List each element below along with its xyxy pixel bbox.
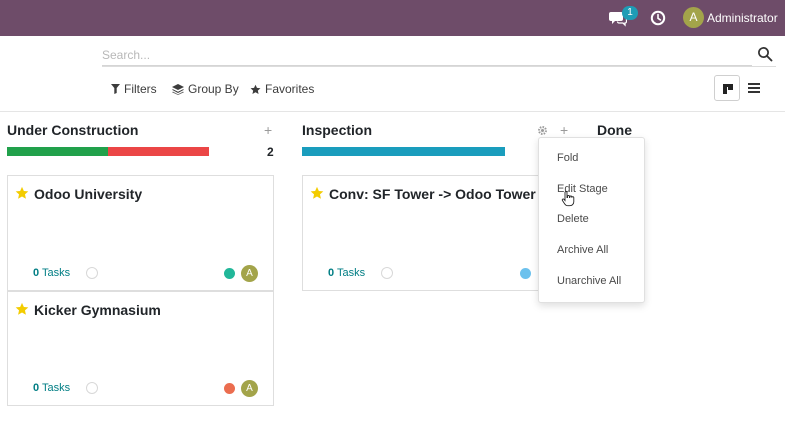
- project-title: Conv: SF Tower -> Odoo Tower: [329, 186, 536, 202]
- kanban-icon: [723, 84, 733, 94]
- project-title: Kicker Gymnasium: [34, 302, 161, 318]
- priority-radio[interactable]: [86, 382, 98, 394]
- tasks-label: Tasks: [336, 267, 366, 279]
- assignee-avatar[interactable]: A: [241, 380, 258, 397]
- progress-segment[interactable]: [302, 147, 505, 156]
- column-title-inspection[interactable]: Inspection: [302, 122, 372, 138]
- user-avatar[interactable]: A: [683, 7, 704, 28]
- menu-item-unarchive-all[interactable]: Unarchive All: [557, 275, 621, 287]
- tasks-count: 0: [328, 267, 335, 279]
- favorite-star-icon[interactable]: [310, 186, 324, 200]
- status-dot[interactable]: [224, 268, 235, 279]
- favorites-label: Favorites: [265, 82, 315, 96]
- column-settings-dropdown: Fold Edit Stage Delete Archive All Unarc…: [538, 137, 645, 303]
- favorites-button[interactable]: Favorites: [250, 81, 314, 97]
- progress-segment[interactable]: [7, 147, 108, 156]
- column-title-done[interactable]: Done: [597, 122, 632, 138]
- filters-label: Filters: [124, 82, 157, 96]
- kanban-view-button[interactable]: [714, 75, 740, 101]
- tasks-count: 0: [33, 267, 40, 279]
- layers-icon: [172, 83, 184, 95]
- group-by-label: Group By: [188, 82, 239, 96]
- column-quick-create-button[interactable]: +: [264, 122, 272, 138]
- search-icon[interactable]: [757, 46, 773, 62]
- column-quick-create-button[interactable]: +: [560, 122, 568, 138]
- activity-clock-icon[interactable]: [650, 10, 666, 26]
- tasks-link[interactable]: 0 Tasks: [33, 267, 70, 279]
- assignee-avatar[interactable]: A: [241, 265, 258, 282]
- control-panel-divider: [0, 111, 785, 112]
- tasks-label: Tasks: [41, 382, 71, 394]
- group-by-button[interactable]: Group By: [172, 81, 239, 97]
- status-dot[interactable]: [520, 268, 531, 279]
- tasks-label: Tasks: [41, 267, 71, 279]
- column-title-under-construction[interactable]: Under Construction: [7, 122, 138, 138]
- project-card[interactable]: Odoo University 0 Tasks A: [7, 175, 274, 291]
- filter-icon: [111, 84, 120, 94]
- favorite-star-icon[interactable]: [15, 186, 29, 200]
- priority-radio[interactable]: [86, 267, 98, 279]
- tasks-link[interactable]: 0 Tasks: [33, 382, 70, 394]
- column-progress-bar[interactable]: [302, 147, 505, 156]
- user-name[interactable]: Administrator: [707, 11, 778, 25]
- messages-badge: 1: [622, 6, 638, 20]
- search-input[interactable]: [102, 44, 752, 66]
- hand-pointer-icon: [561, 191, 575, 207]
- project-card[interactable]: Conv: SF Tower -> Odoo Tower 0 Tasks: [302, 175, 542, 291]
- list-icon[interactable]: [746, 80, 762, 96]
- progress-segment[interactable]: [108, 147, 209, 156]
- star-icon: [250, 84, 261, 94]
- column-progress-bar[interactable]: [7, 147, 209, 156]
- column-record-count: 2: [267, 145, 274, 159]
- project-title: Odoo University: [34, 186, 143, 202]
- menu-item-archive-all[interactable]: Archive All: [557, 244, 608, 256]
- tasks-link[interactable]: 0 Tasks: [328, 267, 365, 279]
- priority-radio[interactable]: [381, 267, 393, 279]
- status-dot[interactable]: [224, 383, 235, 394]
- tasks-count: 0: [33, 382, 40, 394]
- project-card[interactable]: Kicker Gymnasium 0 Tasks A: [7, 291, 274, 406]
- search-underline: [102, 66, 776, 67]
- filters-button[interactable]: Filters: [111, 81, 157, 97]
- menu-item-delete[interactable]: Delete: [557, 213, 589, 225]
- top-navbar: 1 A Administrator: [0, 0, 785, 36]
- favorite-star-icon[interactable]: [15, 302, 29, 316]
- menu-item-fold[interactable]: Fold: [557, 152, 578, 164]
- column-settings-gear-icon[interactable]: [537, 125, 548, 136]
